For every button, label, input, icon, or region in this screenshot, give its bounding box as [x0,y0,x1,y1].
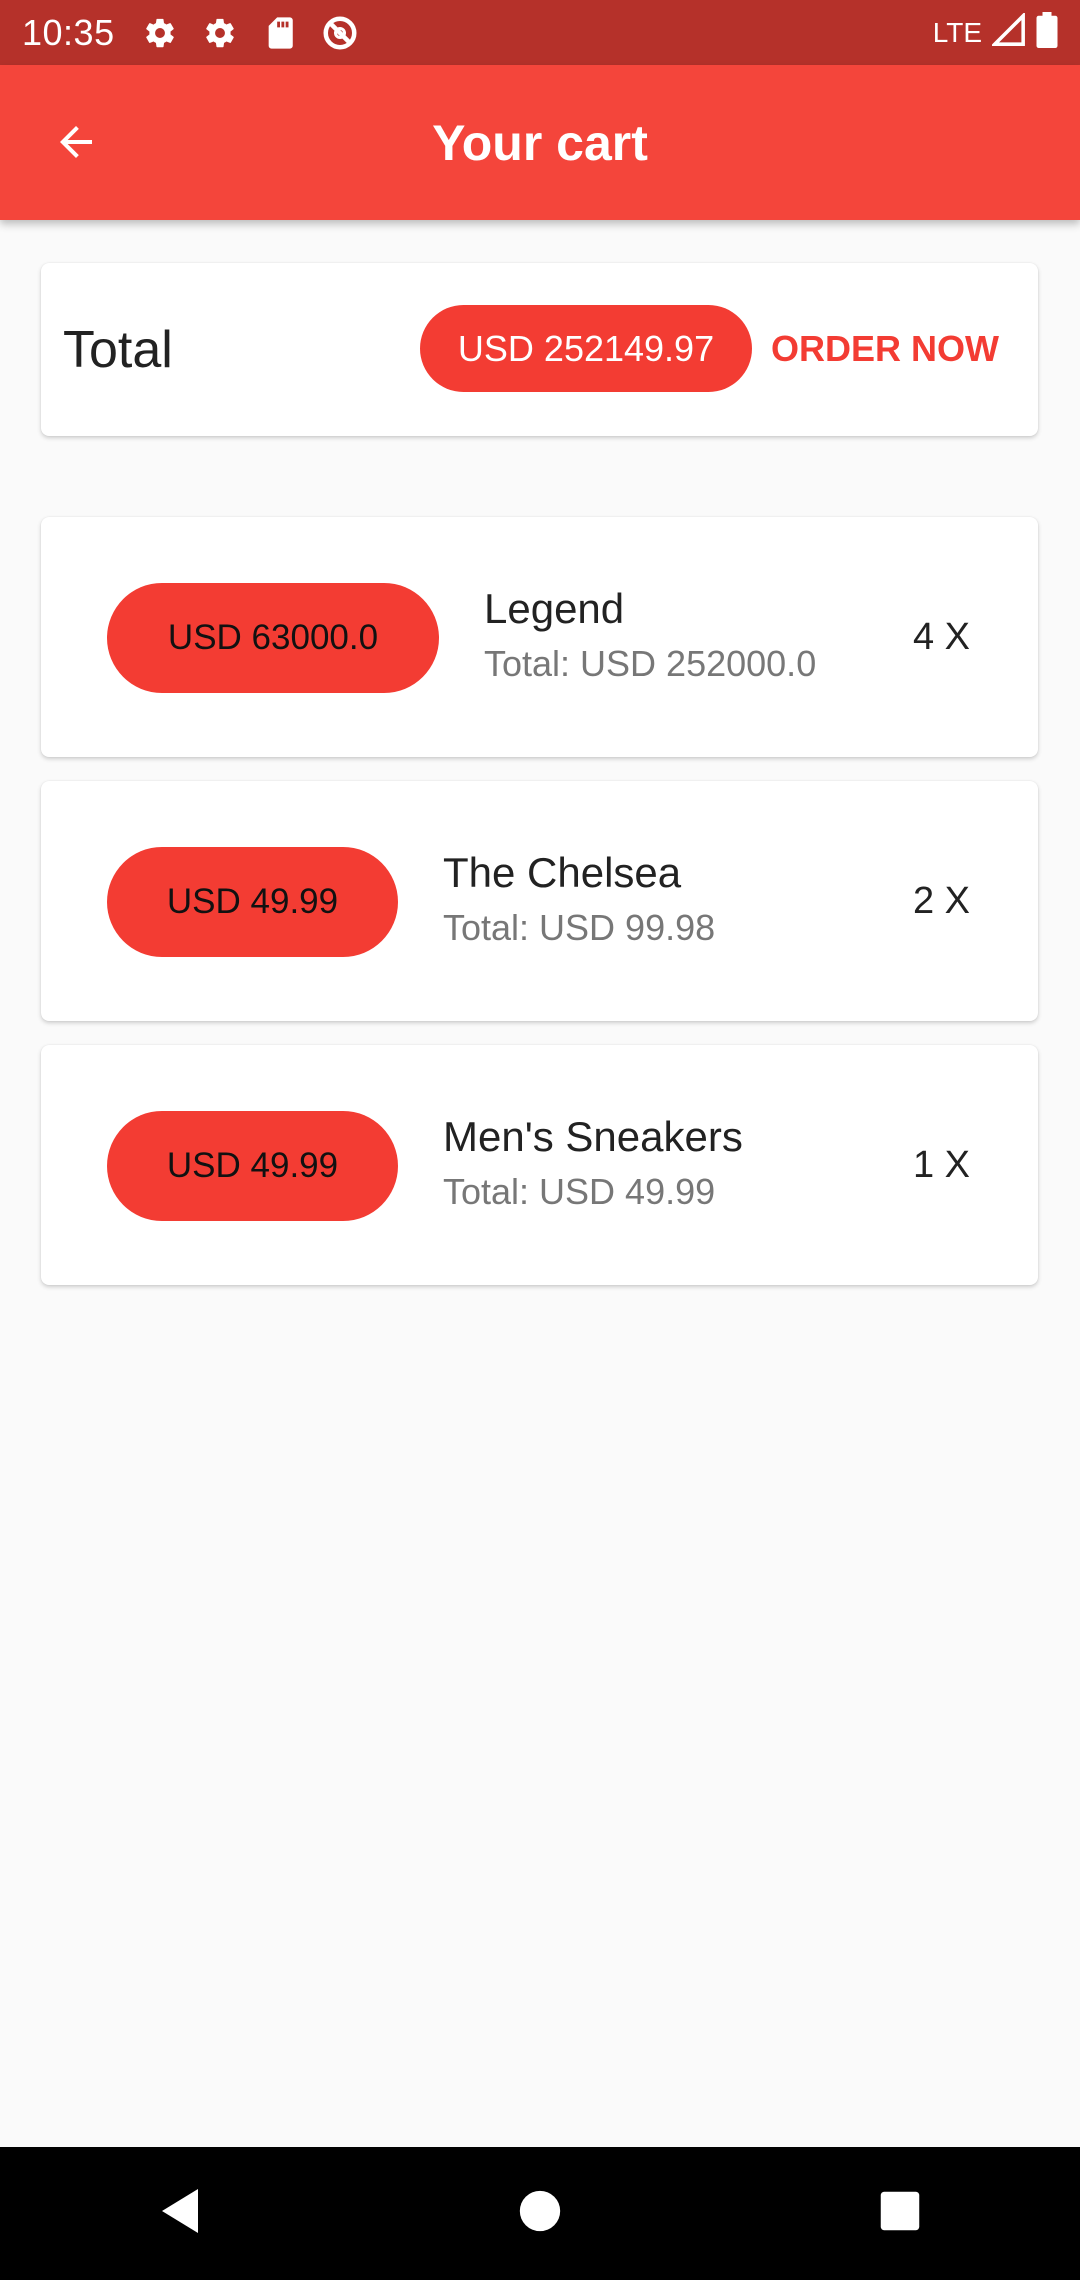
status-system-icons: LTE [933,0,1058,65]
sd-card-icon [261,14,299,52]
cart-item[interactable]: USD 63000.0 Legend Total: USD 252000.0 4… [41,517,1038,757]
recents-square-icon [879,2190,921,2237]
item-title: Legend [484,585,625,632]
network-type: LTE [932,16,982,48]
app-bar: Your cart [0,65,1080,220]
item-total: Total: USD 99.98 [443,907,716,948]
order-summary-card: Total USD 252149.97 ORDER NOW [41,263,1038,436]
status-notification-icons [141,14,359,52]
item-total: Total: USD 252000.0 [484,643,817,684]
battery-icon [1036,12,1058,53]
gear-icon [201,14,239,52]
home-circle-icon [518,2189,562,2238]
order-now-button[interactable]: ORDER NOW [771,305,999,392]
item-title: Men's Sneakers [443,1113,743,1160]
back-triangle-icon [158,2187,202,2240]
cart-item[interactable]: USD 49.99 The Chelsea Total: USD 99.98 2… [41,781,1038,1021]
nav-home-button[interactable] [500,2174,580,2254]
no-disturb-icon [321,14,359,52]
nav-recents-button[interactable] [860,2174,940,2254]
status-time: 10:35 [22,11,115,53]
gear-icon [141,14,179,52]
item-quantity: 2 X [912,879,970,922]
item-quantity: 1 X [912,1143,970,1186]
item-price-chip: USD 49.99 [107,847,398,957]
item-quantity: 4 X [912,615,970,658]
item-title: The Chelsea [443,849,682,896]
total-label: Total [63,320,173,379]
item-price-chip: USD 63000.0 [107,583,439,693]
nav-back-button[interactable] [140,2174,220,2254]
status-bar: 10:35 LTE [0,0,1080,65]
system-navigation-bar [0,2147,1080,2280]
page-title: Your cart [432,114,648,171]
item-price-chip: USD 49.99 [107,1111,398,1221]
cart-item[interactable]: USD 49.99 Men's Sneakers Total: USD 49.9… [41,1045,1038,1285]
total-amount-chip: USD 252149.97 [420,305,752,392]
signal-icon [990,11,1026,52]
item-total: Total: USD 49.99 [443,1171,716,1212]
